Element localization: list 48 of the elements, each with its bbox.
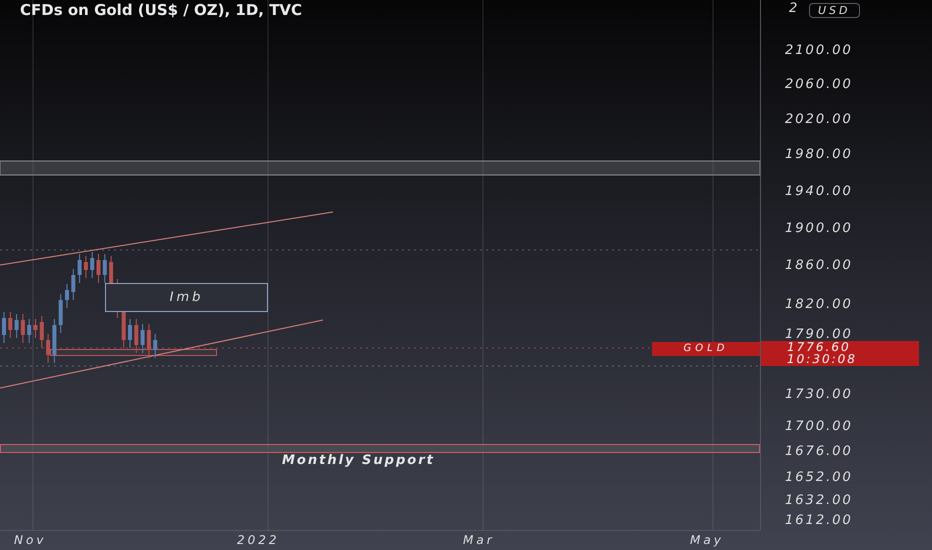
candle [52, 318, 56, 364]
price-label: 1612.00 [785, 513, 853, 528]
date-label: Mar [463, 533, 495, 547]
candle [96, 254, 100, 284]
candle [58, 294, 63, 334]
candle [46, 334, 50, 364]
price-label: 1940.00 [785, 184, 853, 199]
date-label: 2022 [237, 533, 280, 547]
price-tag: 1776.60 10:30:08 [761, 341, 919, 366]
candle [8, 312, 12, 338]
date-label: May [690, 533, 724, 547]
candle [27, 318, 32, 344]
candle [40, 316, 44, 348]
annotation-box: Imb [105, 283, 268, 312]
price-label: 2060.00 [785, 77, 853, 92]
price-label: 2 [789, 1, 800, 16]
candle [14, 314, 19, 338]
candle [140, 324, 145, 354]
price-label: 1700.00 [785, 419, 853, 434]
symbol-tag: GOLD [652, 342, 760, 356]
candle [65, 284, 69, 308]
price-label: 1980.00 [785, 147, 853, 162]
candle [134, 318, 138, 354]
currency-button[interactable]: USD [809, 3, 860, 18]
price-label: 1900.00 [785, 221, 853, 236]
candle [128, 318, 132, 348]
candle [2, 312, 6, 344]
candle [102, 254, 107, 284]
price-label: 2100.00 [785, 43, 853, 58]
candle [90, 252, 94, 278]
date-label: Nov [14, 533, 46, 547]
chart-title: CFDs on Gold (US$ / OZ), 1D, TVC [20, 1, 302, 19]
candle [84, 256, 88, 278]
candle [34, 318, 38, 338]
price-label: 2020.00 [785, 112, 853, 127]
candle [20, 314, 25, 344]
candle [146, 324, 151, 358]
price-label: 1790.00 [785, 327, 853, 342]
candle [153, 334, 158, 358]
annotation-label: Monthly Support [282, 453, 435, 468]
price-label: 1676.00 [785, 444, 853, 459]
price-label: 1820.00 [785, 297, 853, 312]
price-label: 1652.00 [785, 470, 853, 485]
price-label: 1730.00 [785, 387, 853, 402]
candle [71, 268, 76, 300]
candle [78, 254, 82, 284]
price-label: 1632.00 [785, 493, 853, 508]
price-label: 1860.00 [785, 258, 853, 273]
